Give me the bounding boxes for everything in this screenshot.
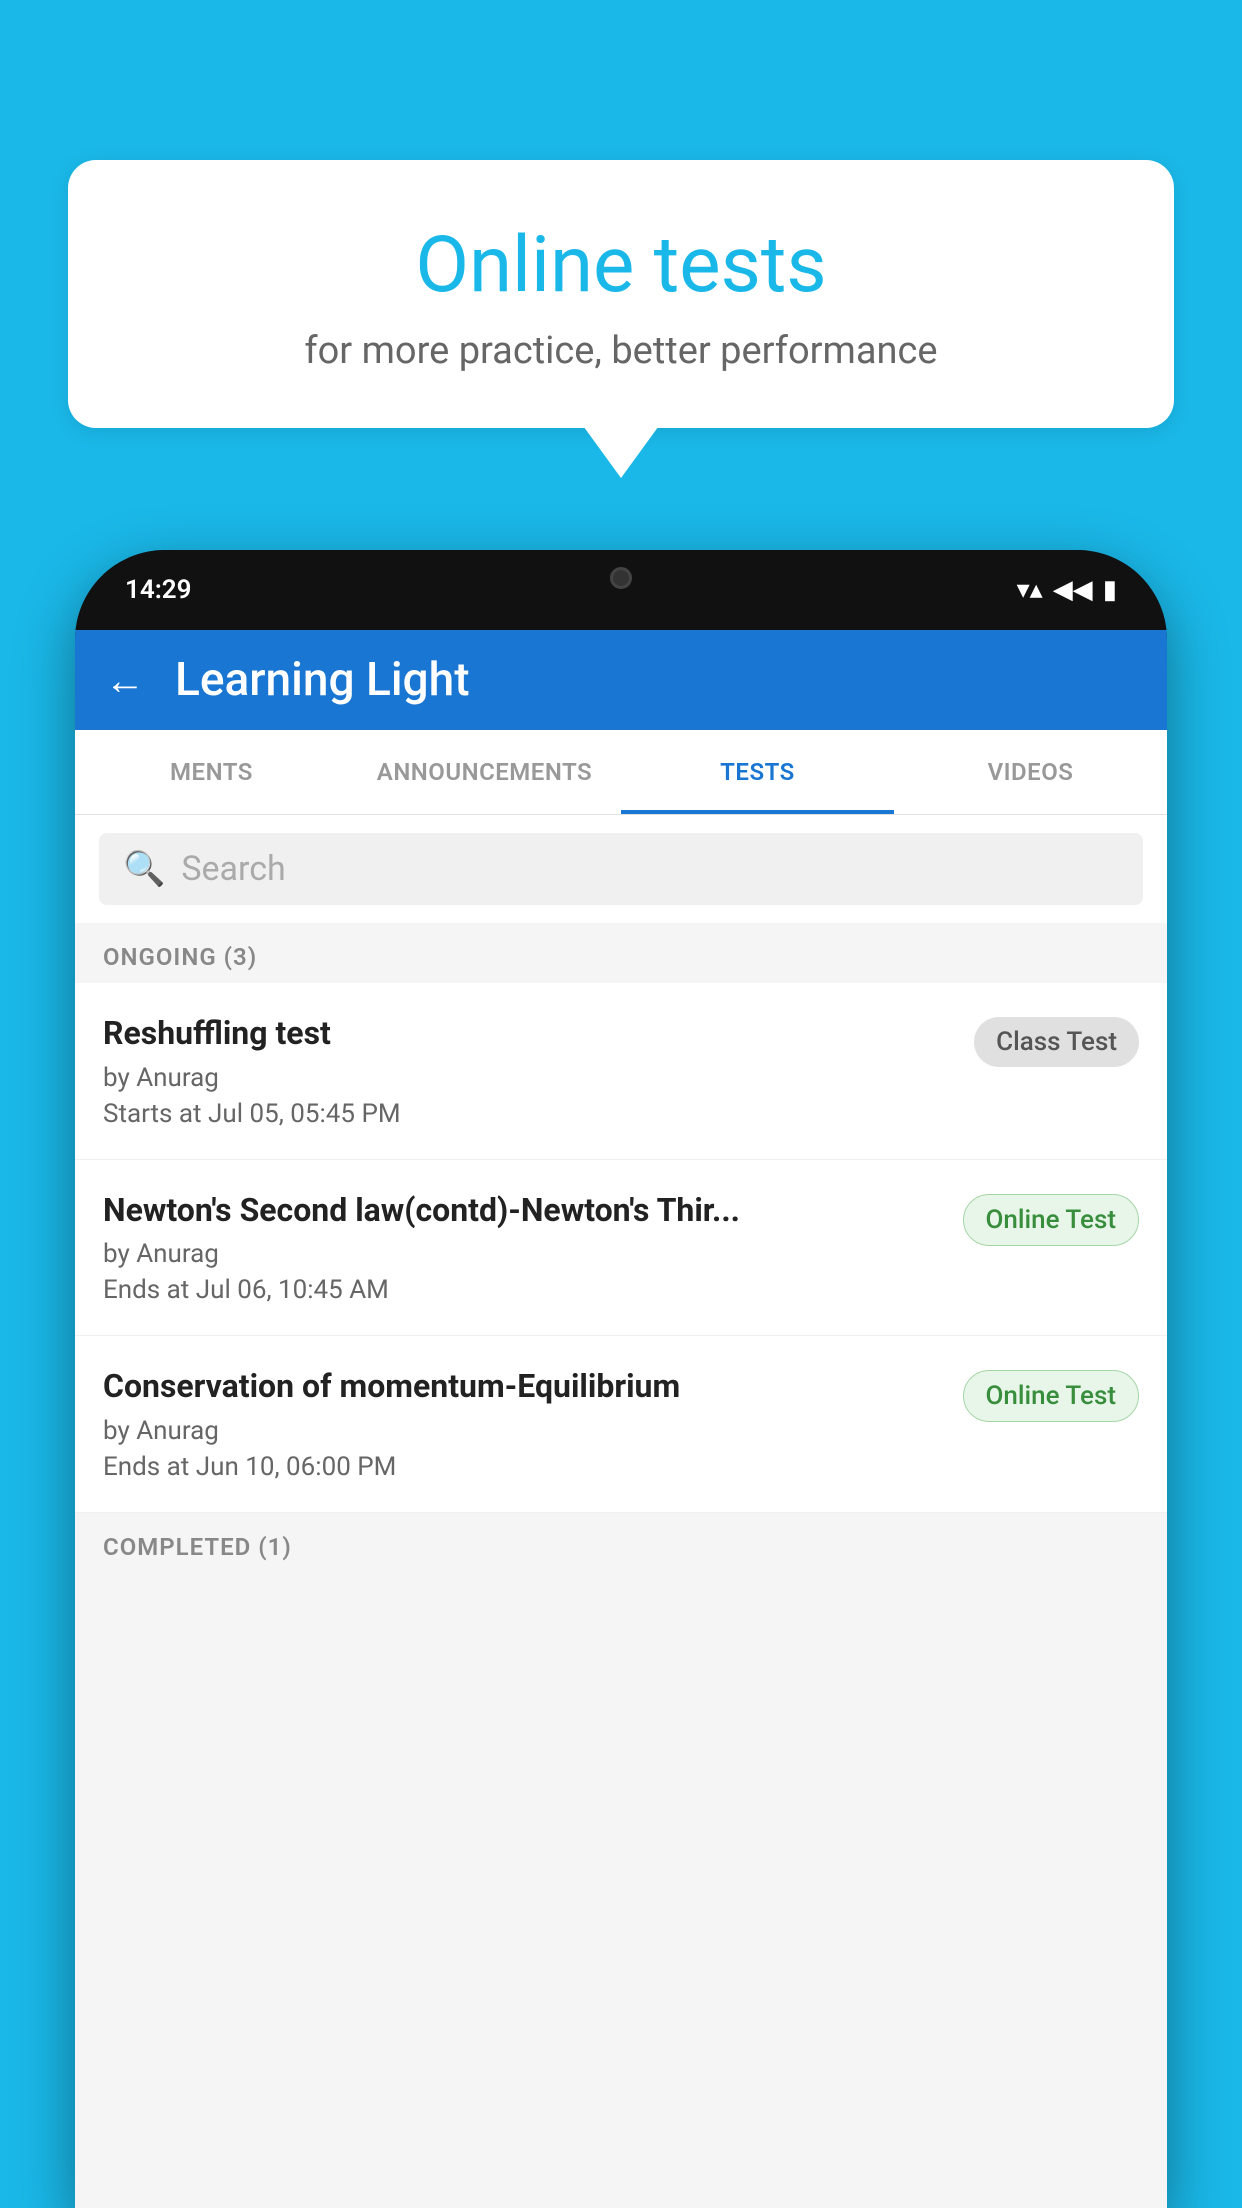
battery-icon: ▮ <box>1103 575 1117 605</box>
test-item-1[interactable]: Reshuffling test by Anurag Starts at Jul… <box>75 983 1167 1160</box>
test-badge-2: Online Test <box>963 1194 1140 1246</box>
tab-assignments[interactable]: MENTS <box>75 730 348 814</box>
status-icons: ▾▴ ◀◀ ▮ <box>1017 575 1117 605</box>
test-badge-1: Class Test <box>974 1017 1139 1067</box>
test-name-3: Conservation of momentum-Equilibrium <box>103 1366 943 1408</box>
tab-videos[interactable]: VIDEOS <box>894 730 1167 814</box>
completed-section-header: COMPLETED (1) <box>75 1513 1167 1573</box>
wifi-icon: ▾▴ <box>1017 575 1043 605</box>
back-button[interactable]: ← <box>105 657 145 704</box>
phone-content: 🔍 Search ONGOING (3) Reshuffling test by… <box>75 815 1167 2208</box>
tab-announcements[interactable]: ANNOUNCEMENTS <box>348 730 621 814</box>
test-name-2: Newton's Second law(contd)-Newton's Thir… <box>103 1190 943 1232</box>
bubble-title: Online tests <box>118 220 1124 311</box>
test-info-1: Reshuffling test by Anurag Starts at Jul… <box>103 1013 954 1129</box>
test-time-1: Starts at Jul 05, 05:45 PM <box>103 1099 954 1129</box>
phone-frame: 14:29 ▾▴ ◀◀ ▮ ← Learning Light MENTS ANN… <box>75 550 1167 2208</box>
notch <box>531 550 711 605</box>
app-bar-title: Learning Light <box>175 653 470 707</box>
status-time: 14:29 <box>125 575 192 605</box>
ongoing-section-header: ONGOING (3) <box>75 923 1167 983</box>
app-bar: ← Learning Light <box>75 630 1167 730</box>
test-info-2: Newton's Second law(contd)-Newton's Thir… <box>103 1190 943 1306</box>
test-name-1: Reshuffling test <box>103 1013 954 1055</box>
tab-tests[interactable]: TESTS <box>621 730 894 814</box>
speech-bubble: Online tests for more practice, better p… <box>68 160 1174 428</box>
test-time-2: Ends at Jul 06, 10:45 AM <box>103 1275 943 1305</box>
completed-label: COMPLETED (1) <box>103 1533 292 1561</box>
test-author-2: by Anurag <box>103 1239 943 1269</box>
test-item-2[interactable]: Newton's Second law(contd)-Newton's Thir… <box>75 1160 1167 1337</box>
test-item-3[interactable]: Conservation of momentum-Equilibrium by … <box>75 1336 1167 1513</box>
tabs-bar: MENTS ANNOUNCEMENTS TESTS VIDEOS <box>75 730 1167 815</box>
search-icon: 🔍 <box>123 849 165 889</box>
bubble-subtitle: for more practice, better performance <box>118 329 1124 373</box>
status-bar: 14:29 ▾▴ ◀◀ ▮ <box>75 550 1167 630</box>
notch-camera <box>610 567 632 589</box>
ongoing-label: ONGOING (3) <box>103 943 257 971</box>
test-author-3: by Anurag <box>103 1416 943 1446</box>
signal-icon: ◀◀ <box>1053 575 1093 605</box>
search-placeholder: Search <box>181 849 285 889</box>
test-info-3: Conservation of momentum-Equilibrium by … <box>103 1366 943 1482</box>
test-time-3: Ends at Jun 10, 06:00 PM <box>103 1452 943 1482</box>
test-badge-3: Online Test <box>963 1370 1140 1422</box>
search-bar-container: 🔍 Search <box>75 815 1167 923</box>
test-author-1: by Anurag <box>103 1063 954 1093</box>
search-bar[interactable]: 🔍 Search <box>99 833 1143 905</box>
